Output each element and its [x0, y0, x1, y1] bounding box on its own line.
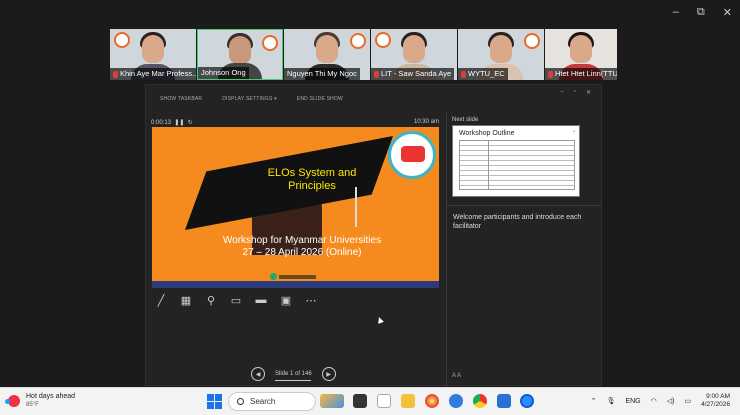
- chevron-up-icon[interactable]: ⌃: [591, 397, 597, 405]
- minimize-button[interactable]: –: [673, 6, 679, 19]
- subtitles-icon[interactable]: ▬: [254, 293, 268, 307]
- more-icon[interactable]: ⋯: [304, 293, 318, 307]
- presenter-toolbar: SHOW TASKBAR DISPLAY SETTINGS ▾ END SLID…: [146, 85, 601, 113]
- store-icon[interactable]: [497, 394, 511, 408]
- presenter-tools: ╱ ▦ ⚲ ▭ ▬ ▣ ⋯: [154, 293, 318, 307]
- presenter-window-controls: – ▫ ✕: [560, 89, 591, 96]
- elapsed-timer: 0:00:13: [151, 120, 172, 126]
- org-logo-icon: [262, 35, 278, 51]
- slide-title: ELOs System and Principles: [267, 167, 357, 192]
- next-slide-logo: ●: [573, 129, 575, 133]
- org-logo-icon: [114, 32, 130, 48]
- zoom-app-icon[interactable]: [520, 394, 534, 408]
- mic-off-icon: [374, 70, 379, 78]
- close-button[interactable]: ✕: [586, 89, 591, 96]
- camera-toggle-icon[interactable]: ▭: [229, 293, 243, 307]
- display-settings-button[interactable]: DISPLAY SETTINGS ▾: [222, 96, 277, 102]
- wifi-icon[interactable]: ◠: [651, 397, 657, 405]
- grid-icon[interactable]: ▦: [179, 293, 193, 307]
- widgets-icon[interactable]: [320, 394, 344, 408]
- mic-off-icon: [461, 70, 466, 78]
- end-slide-show-button[interactable]: END SLIDE SHOW: [297, 96, 343, 102]
- microphone-icon[interactable]: 🎙: [607, 397, 616, 405]
- current-slide[interactable]: ELOs System and Principles Workshop for …: [152, 127, 439, 288]
- volume-icon[interactable]: ◁): [667, 397, 675, 405]
- reset-icon[interactable]: ↻: [186, 120, 193, 126]
- pause-icon[interactable]: ❚❚: [173, 120, 184, 126]
- restore-button[interactable]: ⧉: [697, 6, 705, 19]
- participant-tile[interactable]: Htet Htet Linn(TTU): [545, 29, 617, 80]
- restore-button[interactable]: ▫: [574, 89, 576, 96]
- battery-icon[interactable]: ▭: [684, 397, 691, 405]
- search-placeholder: Search: [250, 397, 276, 406]
- slide-navigation: ◀ Slide 1 of 146 ▶: [251, 367, 336, 381]
- previous-slide-button[interactable]: ◀: [251, 367, 265, 381]
- taskbar: Hot days ahead 85°F Search ⌃ 🎙 ENG ◠ ◁) …: [0, 387, 740, 415]
- presenter-view-window: SHOW TASKBAR DISPLAY SETTINGS ▾ END SLID…: [145, 84, 602, 387]
- org-logo-icon: [350, 33, 366, 49]
- weather-widget[interactable]: Hot days ahead 85°F: [5, 392, 76, 409]
- mic-off-icon: [113, 70, 118, 78]
- participant-tile[interactable]: LIT - Saw Sanda Aye: [371, 29, 457, 80]
- notes-font-size-controls[interactable]: A A: [452, 373, 461, 379]
- slide-bottom-bar: [152, 281, 439, 288]
- pane-divider[interactable]: [446, 113, 447, 387]
- participant-face: [142, 35, 164, 63]
- pen-icon[interactable]: ╱: [154, 293, 168, 307]
- show-taskbar-button[interactable]: SHOW TASKBAR: [160, 96, 202, 102]
- participant-name: LIT - Saw Sanda Aye: [371, 68, 455, 80]
- participant-tile[interactable]: WYTU_EC: [458, 29, 544, 80]
- search-icon: [237, 398, 244, 405]
- participant-face: [229, 36, 251, 64]
- participant-face: [316, 35, 338, 63]
- participant-tile[interactable]: Khin Aye Mar Profess...: [110, 29, 196, 80]
- clock[interactable]: 9:00 AM 4/27/2026: [701, 393, 730, 409]
- participant-face: [570, 35, 592, 63]
- minimize-button[interactable]: –: [560, 89, 563, 96]
- system-tray: ⌃ 🎙 ENG ◠ ◁) ▭ 9:00 AM 4/27/2026: [591, 393, 730, 409]
- next-slide-label: Next slide: [452, 117, 479, 123]
- notes-separator: [446, 205, 602, 206]
- next-slide-button[interactable]: ▶: [321, 367, 336, 381]
- org-logo-icon: [375, 32, 391, 48]
- current-time: 10:30 am: [413, 119, 439, 125]
- participant-name: WYTU_EC: [458, 68, 508, 80]
- edge-icon[interactable]: [449, 394, 463, 408]
- participant-name: Nguyen Thi My Ngoc: [284, 68, 360, 80]
- participant-name: Htet Htet Linn(TTU): [545, 68, 617, 80]
- language-indicator[interactable]: ENG: [625, 398, 640, 405]
- next-slide-thumbnail[interactable]: Workshop Outline ●: [452, 125, 580, 197]
- timer-row: 0:00:13 ❚❚ ↻ 10:30 am: [151, 119, 439, 126]
- participant-name: Johnson Ong: [198, 67, 249, 79]
- zoom-icon[interactable]: ⚲: [204, 293, 218, 307]
- video-icon[interactable]: ▣: [279, 293, 293, 307]
- task-view-icon[interactable]: [353, 394, 367, 408]
- next-slide-title: Workshop Outline: [459, 130, 515, 137]
- participant-tile[interactable]: Nguyen Thi My Ngoc: [284, 29, 370, 80]
- file-explorer-icon[interactable]: [401, 394, 415, 408]
- participant-face: [490, 35, 512, 63]
- participant-name: Khin Aye Mar Profess...: [110, 68, 196, 80]
- participant-tile-active[interactable]: Johnson Ong: [197, 29, 283, 80]
- speaker-notes[interactable]: Welcome participants and introduce each …: [453, 213, 593, 231]
- copilot-icon[interactable]: [425, 394, 439, 408]
- weather-temp: 85°F: [26, 402, 39, 408]
- slide-subtitle: Workshop for Myanmar Universities 27 – 2…: [222, 235, 382, 258]
- workshop-logo: [388, 131, 436, 179]
- participant-face: [403, 35, 425, 63]
- weather-icon: [5, 394, 20, 407]
- sponsor-logo: [270, 273, 316, 280]
- start-button[interactable]: [207, 394, 222, 409]
- chrome-icon[interactable]: [473, 394, 487, 408]
- org-logo-icon: [524, 33, 540, 49]
- close-button[interactable]: ✕: [723, 6, 732, 19]
- notepad-icon[interactable]: [377, 394, 391, 408]
- slide-counter[interactable]: Slide 1 of 146: [275, 371, 312, 381]
- mic-off-icon: [548, 70, 553, 78]
- cap-tassel: [355, 187, 357, 227]
- taskbar-search[interactable]: Search: [228, 392, 316, 411]
- window-controls: – ⧉ ✕: [673, 6, 732, 19]
- weather-title: Hot days ahead: [26, 393, 76, 400]
- next-slide-table: [459, 140, 575, 190]
